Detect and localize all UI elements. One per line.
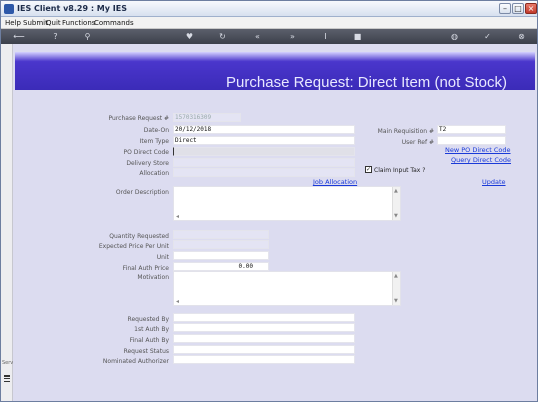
purchase-request-no-field: 1570316309	[173, 113, 241, 122]
toolbar: ⟵ ? ⚲ ♥ ↻ « » I ■ ◍ ✓ ⊗	[1, 29, 537, 44]
motivation-label: Motivation	[137, 274, 169, 281]
scroll-left-icon[interactable]: ◂	[176, 298, 179, 305]
maximize-button[interactable]: □	[512, 3, 524, 14]
back-icon[interactable]: ⟵	[9, 31, 29, 42]
final-auth-price-field: 0.00	[173, 262, 269, 271]
refresh-icon[interactable]: ↻	[217, 31, 228, 42]
main-requisition-no-label: Main Requisition #	[377, 128, 434, 135]
unit-label: Unit	[156, 254, 169, 261]
motivation-textarea[interactable]: ▲ ▼ ◂	[173, 271, 401, 306]
scroll-up-icon[interactable]: ▲	[394, 273, 398, 279]
date-on-label: Date-On	[143, 127, 169, 134]
user-ref-no-label: User Ref #	[401, 139, 434, 146]
first-auth-by-field	[173, 323, 355, 332]
nominated-authorizer-label: Nominated Authorizer	[102, 358, 169, 365]
date-on-field[interactable]: 20/12/2018	[173, 125, 355, 134]
title-bar: IES Client v8.29 : My IES – □ ×	[1, 1, 537, 17]
final-auth-price-label: Final Auth Price	[122, 265, 169, 272]
scroll-down-icon[interactable]: ▼	[394, 213, 398, 219]
page-title: Purchase Request: Direct Item (not Stock…	[226, 74, 507, 91]
request-status-field	[173, 345, 355, 354]
final-auth-by-label: Final Auth By	[129, 337, 169, 344]
heart-icon[interactable]: ♥	[184, 31, 195, 42]
final-auth-by-field	[173, 334, 355, 343]
menu-submit[interactable]: Submit	[23, 19, 48, 27]
requested-by-field	[173, 313, 355, 322]
first-auth-by-label: 1st Auth By	[134, 326, 169, 333]
minimize-button[interactable]: –	[499, 3, 511, 14]
motivation-scrollbar[interactable]: ▲ ▼	[392, 272, 400, 305]
check-icon[interactable]: ✓	[482, 31, 493, 42]
po-direct-code-label: PO Direct Code	[123, 149, 169, 156]
stop-icon[interactable]: ■	[352, 31, 363, 42]
claim-input-tax-label: Claim Input Tax ?	[374, 167, 426, 174]
fast-forward-icon[interactable]: »	[287, 31, 298, 42]
po-direct-code-field[interactable]	[173, 147, 355, 156]
main-requisition-no-field[interactable]: T2	[437, 125, 506, 134]
requested-by-label: Requested By	[127, 316, 169, 323]
item-type-label: Item Type	[139, 138, 169, 145]
item-type-field[interactable]: Direct	[173, 136, 355, 145]
expected-price-label: Expected Price Per Unit	[98, 243, 169, 250]
update-link[interactable]: Update	[482, 178, 506, 186]
text-cursor-icon[interactable]: I	[320, 31, 331, 42]
request-status-label: Request Status	[123, 348, 169, 355]
form-area: Purchase Request: Direct Item (not Stock…	[13, 44, 537, 401]
app-logo-icon	[4, 4, 14, 14]
sidebar: Serv	[1, 44, 13, 401]
search-icon[interactable]: ⚲	[82, 31, 93, 42]
scroll-left-icon[interactable]: ◂	[176, 213, 179, 220]
list-icon[interactable]	[4, 375, 10, 385]
page-banner: Purchase Request: Direct Item (not Stock…	[15, 52, 535, 91]
app-window: IES Client v8.29 : My IES – □ × Help Sub…	[0, 0, 538, 402]
close-icon[interactable]: ⊗	[516, 31, 527, 42]
scroll-up-icon[interactable]: ▲	[394, 188, 398, 194]
globe-icon[interactable]: ◍	[449, 31, 460, 42]
menu-functions[interactable]: Functions	[62, 19, 95, 27]
purchase-request-no-label: Purchase Request #	[108, 115, 169, 122]
menu-help[interactable]: Help	[5, 19, 21, 27]
allocation-label: Allocation	[139, 170, 169, 177]
allocation-field[interactable]	[173, 168, 355, 177]
new-po-direct-code-link[interactable]: New PO Direct Code	[445, 146, 511, 154]
help-icon[interactable]: ?	[50, 31, 61, 42]
order-description-scrollbar[interactable]: ▲ ▼	[392, 187, 400, 220]
nominated-authorizer-field[interactable]	[173, 355, 355, 364]
quantity-requested-field[interactable]	[173, 230, 269, 239]
menu-quit[interactable]: Quit	[46, 19, 61, 27]
unit-field[interactable]	[173, 251, 269, 260]
close-window-button[interactable]: ×	[525, 3, 537, 14]
window-title: IES Client v8.29 : My IES	[17, 4, 127, 13]
menu-commands[interactable]: Commands	[94, 19, 134, 27]
expected-price-field[interactable]	[173, 240, 269, 249]
user-ref-no-field[interactable]	[437, 136, 506, 145]
scroll-down-icon[interactable]: ▼	[394, 298, 398, 304]
rewind-icon[interactable]: «	[252, 31, 263, 42]
delivery-store-label: Delivery Store	[126, 160, 169, 167]
job-allocation-link[interactable]: Job Allocation	[313, 178, 357, 186]
query-direct-code-link[interactable]: Query Direct Code	[451, 156, 511, 164]
order-description-label: Order Description	[115, 189, 169, 196]
sidebar-note: Serv	[2, 360, 14, 366]
claim-input-tax-checkbox[interactable]: ✓	[365, 166, 372, 173]
quantity-requested-label: Quantity Requested	[109, 233, 169, 240]
order-description-textarea[interactable]: ▲ ▼ ◂	[173, 186, 401, 221]
delivery-store-field[interactable]	[173, 158, 355, 167]
menu-bar: Help Submit Quit Functions Commands	[1, 17, 537, 29]
